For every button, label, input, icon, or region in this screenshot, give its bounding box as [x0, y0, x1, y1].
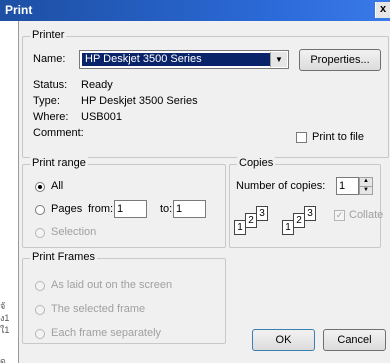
printer-name-dropdown[interactable]: HP Deskjet 3500 Series ▼	[79, 50, 289, 69]
comment-label: Comment:	[33, 127, 84, 139]
ok-button[interactable]: OK	[252, 329, 315, 351]
frames-option-radio[interactable]	[35, 305, 45, 315]
copies-input[interactable]: 1	[336, 177, 359, 195]
frames-option-label[interactable]: The selected frame	[51, 303, 145, 315]
print-range-group: Print range All Pages from: 1 to: 1 Sele…	[22, 157, 226, 248]
printer-group-legend: Printer	[30, 29, 67, 41]
window-title: Print	[5, 3, 33, 17]
close-button[interactable]: x	[375, 2, 390, 18]
print-frames-legend: Print Frames	[30, 251, 97, 263]
background-window-edge: จั ง1 ใ1 ิด	[0, 21, 18, 363]
copies-legend: Copies	[237, 157, 276, 169]
frames-option-label[interactable]: As laid out on the screen	[51, 279, 172, 291]
to-page-input[interactable]: 1	[173, 200, 206, 218]
collate-label[interactable]: Collate	[349, 209, 383, 221]
where-label: Where:	[33, 111, 69, 123]
name-label: Name:	[33, 53, 66, 65]
pages-label[interactable]: Pages	[51, 203, 82, 215]
where-value: USB001	[81, 111, 122, 123]
print-to-file-label[interactable]: Print to file	[312, 131, 364, 143]
all-label[interactable]: All	[51, 180, 63, 192]
to-label: to:	[160, 203, 173, 215]
collate-pages-icon: 1 2 3	[282, 205, 334, 237]
selection-label[interactable]: Selection	[51, 226, 96, 238]
title-bar: Print x	[0, 0, 390, 21]
collate-checkbox[interactable]: ✓	[334, 210, 345, 221]
from-page-input[interactable]: 1	[114, 200, 147, 218]
print-dialog: Printer Name: HP Deskjet 3500 Series ▼ P…	[18, 21, 390, 363]
background-text: ิด	[0, 356, 6, 363]
properties-button[interactable]: Properties...	[299, 49, 381, 71]
print-frames-group: Print Frames As laid out on the screen T…	[22, 251, 226, 344]
from-label: from:	[88, 203, 114, 215]
type-value: HP Deskjet 3500 Series	[81, 95, 198, 107]
copies-group: Copies Number of copies: 1 ▲ ▼ 1 2 3 1 2…	[229, 157, 383, 248]
spin-down-icon[interactable]: ▼	[360, 186, 372, 194]
frames-option-radio[interactable]	[35, 281, 45, 291]
printer-group: Printer Name: HP Deskjet 3500 Series ▼ P…	[22, 29, 389, 158]
frames-option-label[interactable]: Each frame separately	[51, 327, 161, 339]
frames-option-radio[interactable]	[35, 329, 45, 339]
status-label: Status:	[33, 79, 68, 91]
collate-pages-icon: 1 2 3	[234, 205, 286, 237]
pages-radio[interactable]	[35, 205, 45, 215]
type-label: Type:	[33, 95, 60, 107]
number-of-copies-label: Number of copies:	[236, 180, 326, 192]
copies-spinner[interactable]: ▲ ▼	[359, 177, 373, 195]
all-radio[interactable]	[35, 182, 45, 192]
selection-radio[interactable]	[35, 228, 45, 238]
background-text: ใ1	[0, 325, 10, 335]
spin-up-icon[interactable]: ▲	[360, 178, 372, 186]
print-to-file-checkbox[interactable]	[296, 132, 307, 143]
print-range-legend: Print range	[30, 157, 88, 169]
chevron-down-icon[interactable]: ▼	[270, 52, 287, 67]
cancel-button[interactable]: Cancel	[323, 329, 386, 351]
printer-name-selected: HP Deskjet 3500 Series	[82, 53, 270, 66]
status-value: Ready	[81, 79, 113, 91]
